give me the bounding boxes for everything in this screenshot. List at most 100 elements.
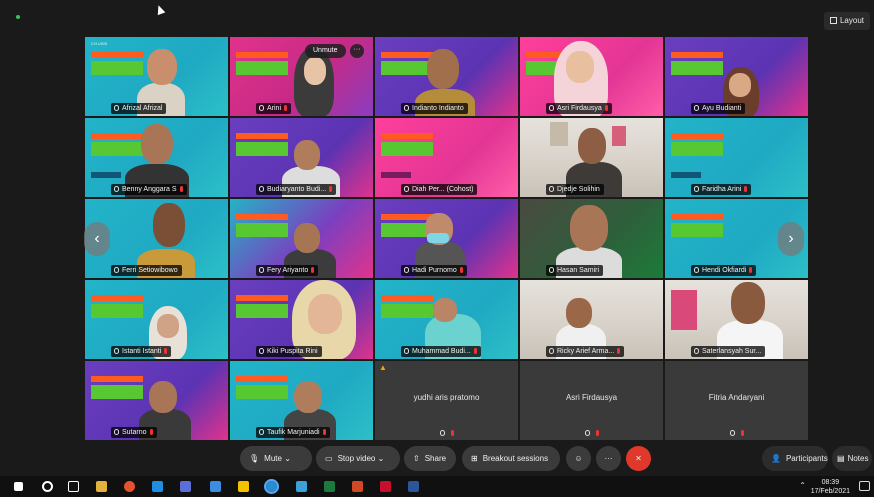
camera-icon: ▭	[325, 454, 333, 463]
video-tile[interactable]: Hasan Samiri	[520, 199, 663, 278]
mute-button[interactable]: 🎙 Mute ⌄	[240, 446, 312, 471]
chevron-down-icon: ⌄	[284, 454, 291, 463]
teams-icon[interactable]	[180, 481, 191, 492]
mic-icon	[549, 105, 554, 111]
more-options-icon[interactable]: ···	[350, 44, 364, 58]
search-icon[interactable]	[42, 481, 53, 492]
video-tile[interactable]: Fery Ariyanto	[230, 199, 373, 278]
video-tile[interactable]: Muhammad Budi...	[375, 280, 518, 359]
task-view-icon[interactable]	[68, 481, 79, 492]
mic-muted-icon	[473, 348, 477, 354]
video-tile[interactable]: Djedje Solihin	[520, 118, 663, 197]
wall-frame	[612, 126, 626, 146]
banner-strip	[236, 142, 288, 156]
mic-muted-icon	[740, 430, 744, 436]
video-tile[interactable]: Saterlansyah Sur...	[665, 280, 808, 359]
file-explorer-icon[interactable]	[96, 481, 107, 492]
brand-logo: CHUBB	[91, 41, 108, 46]
mic-icon	[694, 348, 699, 354]
share-button[interactable]: ⇧ Share	[404, 446, 456, 471]
mic-muted-icon	[179, 186, 183, 192]
participant-head	[157, 314, 179, 338]
notification-icon[interactable]	[859, 481, 870, 491]
mic-muted-icon	[284, 105, 288, 111]
banner-strip	[236, 133, 288, 139]
previous-page-button[interactable]: ‹	[84, 222, 110, 256]
video-tile[interactable]: Fitria Andaryani	[665, 361, 808, 440]
banner-strip	[671, 223, 723, 237]
banner-strip	[236, 385, 288, 399]
mic-muted-icon	[459, 267, 463, 273]
video-tile[interactable]: Faridha Arini	[665, 118, 808, 197]
video-tile[interactable]: Diah Per... (Cohost)	[375, 118, 518, 197]
meeting-toolbar: 🎙 Mute ⌄ ▭ Stop video ⌄ ⇧ Share ⊞ Breakout s…	[0, 446, 874, 472]
video-tile[interactable]: Hadi Purnomo	[375, 199, 518, 278]
close-icon: ✕	[635, 454, 642, 463]
video-tile[interactable]: Ricky Arief Arma...	[520, 280, 663, 359]
sticky-notes-icon[interactable]	[238, 481, 249, 492]
video-tile[interactable]: Ayu Budianti	[665, 37, 808, 116]
wall-frame	[550, 122, 568, 146]
leave-meeting-button[interactable]: ✕	[626, 446, 651, 471]
video-tile[interactable]: Kiki Puspita Rini	[230, 280, 373, 359]
share-icon: ⇧	[413, 454, 420, 463]
video-tile[interactable]: Taufik Marjuniadi	[230, 361, 373, 440]
participant-head	[427, 49, 459, 89]
mic-muted-icon	[322, 429, 326, 435]
acrobat-icon[interactable]	[380, 481, 391, 492]
video-tile[interactable]: Benny Anggara S	[85, 118, 228, 197]
more-button[interactable]: ···	[596, 446, 621, 471]
breakout-sessions-button[interactable]: ⊞ Breakout sessions	[462, 446, 560, 471]
participant-name-label: Afrizal Afrizal	[111, 103, 167, 114]
taskbar-clock[interactable]: 08:39 17/Feb/2021	[811, 478, 850, 496]
banner-strip	[91, 52, 143, 58]
edge-icon[interactable]	[152, 481, 163, 492]
stop-video-button[interactable]: ▭ Stop video ⌄	[316, 446, 400, 471]
participant-name-label: Ricky Arief Arma...	[546, 346, 625, 357]
video-tile[interactable]: Asri Firdausya	[520, 37, 663, 116]
participant-head	[141, 124, 173, 164]
notes-button[interactable]: ▤ Notes	[832, 446, 872, 471]
participant-head	[147, 49, 177, 85]
participant-name-label: Fery Ariyanto	[256, 265, 319, 276]
banner-strip	[236, 295, 288, 301]
video-tile[interactable]: Budiaryanto Budi...	[230, 118, 373, 197]
banner-strip	[381, 142, 433, 156]
video-tile[interactable]: ▲ yudhi aris pratomo	[375, 361, 518, 440]
word-icon[interactable]	[408, 481, 419, 492]
mic-status	[520, 430, 663, 437]
banner-strip	[91, 385, 143, 399]
wall-frame	[671, 290, 697, 330]
video-tile[interactable]: CHUBB Afrizal Afrizal	[85, 37, 228, 116]
windows-start-icon[interactable]	[14, 482, 23, 491]
participant-name-label: Saterlansyah Sur...	[691, 346, 766, 357]
webex-icon[interactable]	[264, 479, 279, 494]
participant-name: Fitria Andaryani	[708, 393, 765, 402]
video-tile[interactable]: Asri Firdausya	[520, 361, 663, 440]
participant-name-label: Ayu Budianti	[691, 103, 746, 114]
mic-status	[375, 430, 518, 437]
layout-button[interactable]: Layout	[823, 12, 870, 30]
video-tile[interactable]: Indianto Indianto	[375, 37, 518, 116]
banner-strip	[236, 52, 288, 58]
video-tile[interactable]: Sutarno	[85, 361, 228, 440]
mic-icon	[549, 267, 554, 273]
banner-strip	[381, 61, 433, 75]
banner-strip	[236, 61, 288, 75]
video-tile[interactable]: Istanti Istanti	[85, 280, 228, 359]
banner-strip	[671, 61, 723, 75]
photos-icon[interactable]	[296, 481, 307, 492]
mic-icon	[404, 267, 409, 273]
participant-head	[149, 381, 177, 413]
participant-name-label: Budiaryanto Budi...	[256, 184, 337, 195]
powerpoint-icon[interactable]	[352, 481, 363, 492]
people-app-icon[interactable]	[210, 481, 221, 492]
next-page-button[interactable]: ›	[778, 222, 804, 256]
excel-icon[interactable]	[324, 481, 335, 492]
reactions-button[interactable]: ☺	[566, 446, 591, 471]
chrome-icon[interactable]	[124, 481, 135, 492]
chevron-up-icon[interactable]: ⌃	[799, 481, 806, 490]
participants-button[interactable]: 👤 Participants	[762, 446, 828, 471]
unmute-button[interactable]: Unmute	[305, 44, 346, 58]
mic-icon	[259, 105, 264, 111]
